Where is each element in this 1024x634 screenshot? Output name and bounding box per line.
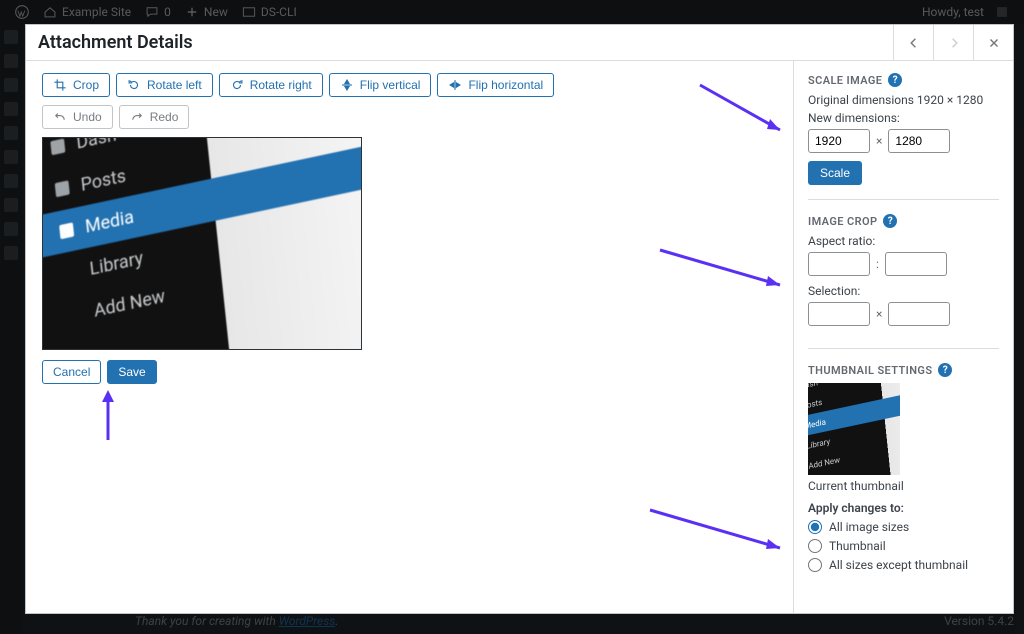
preview-text: Add New: [93, 285, 166, 321]
flip-vertical-button[interactable]: Flip vertical: [329, 73, 432, 97]
prev-attachment-button[interactable]: [893, 25, 933, 60]
rotate-right-button[interactable]: Rotate right: [219, 73, 323, 97]
thumb-title: THUMBNAIL SETTINGS: [808, 364, 932, 377]
crop-title: IMAGE CROP: [808, 215, 877, 228]
close-modal-button[interactable]: [973, 25, 1013, 60]
thumbnail-settings-group: THUMBNAIL SETTINGS? Dash Posts Media Lib…: [808, 363, 999, 591]
selection-height-input[interactable]: [888, 302, 950, 326]
selection-label: Selection:: [808, 284, 999, 298]
scale-width-input[interactable]: [808, 129, 870, 153]
undo-label: Undo: [73, 110, 102, 124]
scale-button[interactable]: Scale: [808, 161, 862, 185]
apply-thumb-label: Thumbnail: [829, 539, 886, 553]
flip-horizontal-label: Flip horizontal: [468, 78, 543, 92]
scale-image-group: SCALE IMAGE? Original dimensions 1920 × …: [808, 73, 999, 200]
image-preview[interactable]: Dash Posts Media Library Add New: [42, 137, 362, 350]
aspect-ratio-label: Aspect ratio:: [808, 234, 999, 248]
new-dimensions-label: New dimensions:: [808, 111, 999, 125]
apply-all-sizes-radio[interactable]: All image sizes: [808, 520, 999, 534]
cancel-label: Cancel: [53, 365, 90, 379]
scale-title: SCALE IMAGE: [808, 74, 882, 87]
apply-changes-label: Apply changes to:: [808, 501, 999, 515]
cancel-button[interactable]: Cancel: [42, 360, 101, 384]
apply-thumbnail-radio[interactable]: Thumbnail: [808, 539, 999, 553]
image-editor-pane: Crop Rotate left Rotate right Flip verti…: [26, 61, 793, 613]
modal-header: Attachment Details: [26, 25, 1013, 61]
attachment-details-modal: Attachment Details Crop Rotate left Rota…: [25, 24, 1014, 614]
flip-horizontal-button[interactable]: Flip horizontal: [437, 73, 554, 97]
thumb-help-icon[interactable]: ?: [938, 363, 952, 377]
current-thumbnail-preview: Dash Posts Media Library Add New: [808, 383, 900, 475]
redo-label: Redo: [150, 110, 179, 124]
next-attachment-button[interactable]: [933, 25, 973, 60]
flip-vertical-label: Flip vertical: [360, 78, 421, 92]
crop-help-icon[interactable]: ?: [883, 214, 897, 228]
dim-separator: ×: [876, 134, 882, 148]
aspect-separator: :: [876, 257, 879, 271]
scale-help-icon[interactable]: ?: [888, 73, 902, 87]
crop-label: Crop: [73, 78, 99, 92]
selection-separator: ×: [876, 307, 882, 321]
aspect-width-input[interactable]: [808, 252, 870, 276]
scale-height-input[interactable]: [888, 129, 950, 153]
rotate-left-label: Rotate left: [147, 78, 202, 92]
save-label: Save: [118, 365, 145, 379]
modal-title: Attachment Details: [26, 32, 893, 53]
original-dimensions-text: Original dimensions 1920 × 1280: [808, 93, 999, 107]
aspect-height-input[interactable]: [885, 252, 947, 276]
current-thumbnail-label: Current thumbnail: [808, 479, 999, 493]
preview-text: Media: [84, 206, 135, 237]
rotate-left-button[interactable]: Rotate left: [116, 73, 213, 97]
rotate-right-label: Rotate right: [250, 78, 312, 92]
edit-sidebar: SCALE IMAGE? Original dimensions 1920 × …: [793, 61, 1013, 613]
apply-except-thumb-radio[interactable]: All sizes except thumbnail: [808, 558, 999, 572]
save-button[interactable]: Save: [107, 360, 156, 384]
preview-text: Library: [89, 247, 145, 279]
image-crop-group: IMAGE CROP? Aspect ratio: : Selection: ×: [808, 214, 999, 349]
redo-button[interactable]: Redo: [119, 105, 190, 129]
crop-button[interactable]: Crop: [42, 73, 110, 97]
apply-except-label: All sizes except thumbnail: [829, 558, 968, 572]
undo-button[interactable]: Undo: [42, 105, 113, 129]
preview-text: Dash: [75, 137, 117, 153]
apply-all-label: All image sizes: [829, 520, 909, 534]
preview-text: Posts: [80, 165, 127, 196]
selection-width-input[interactable]: [808, 302, 870, 326]
